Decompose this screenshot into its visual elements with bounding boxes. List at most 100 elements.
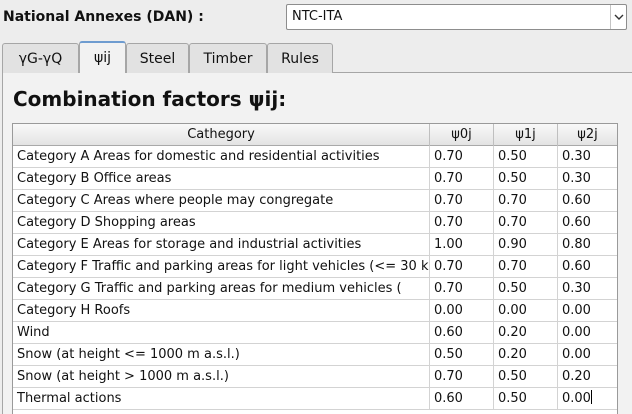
column-header-psi1j[interactable]: ψ1j (494, 124, 558, 146)
tab-bar: γG-γQ ψij Steel Timber Rules (2, 41, 632, 73)
cell-psi2j-text: 0.80 (562, 237, 591, 252)
cell-psi0j-text: 0.70 (434, 281, 463, 296)
table-row[interactable]: Snow (at height <= 1000 m a.s.l.) 0.50 0.2… (13, 344, 617, 366)
cell-psi2j[interactable]: 0.60 (558, 190, 617, 212)
cell-category: Category F Traffic and parking areas for… (13, 256, 430, 278)
cell-psi2j[interactable]: 0.00 (558, 322, 617, 344)
tab-gamma[interactable]: γG-γQ (2, 43, 79, 73)
cell-psi0j-text: 0.60 (434, 325, 463, 340)
cell-psi2j[interactable]: 0.30 (558, 146, 617, 168)
cell-psi1j[interactable]: 0.70 (494, 212, 558, 234)
combination-factors-table: Cathegory ψ0j ψ1j ψ2j Category A Areas f… (12, 123, 618, 414)
cell-psi1j-text: 0.20 (498, 347, 527, 362)
table-row[interactable]: Snow (at height > 1000 m a.s.l.) 0.70 0.50… (13, 366, 617, 388)
cell-category: Category G Traffic and parking areas for… (13, 278, 430, 300)
column-header-psi0j[interactable]: ψ0j (430, 124, 494, 146)
cell-psi1j[interactable]: 0.50 (494, 168, 558, 190)
cell-psi1j-text: 0.50 (498, 369, 527, 384)
cell-psi0j-text: 1.00 (434, 237, 463, 252)
cell-category-text: Category B Office areas (17, 171, 172, 186)
cell-psi0j[interactable]: 0.70 (430, 366, 494, 388)
cell-category-text: Category G Traffic and parking areas for… (17, 281, 402, 296)
cell-psi2j-text: 0.60 (562, 259, 591, 274)
table-row[interactable]: Wind 0.60 0.20 0.00 (13, 322, 617, 344)
cell-psi0j[interactable]: 0.70 (430, 168, 494, 190)
cell-category-text: Category C Areas where people may congre… (17, 193, 334, 208)
tab-psi-label: ψij (93, 50, 111, 66)
cell-psi1j-text: 0.50 (498, 171, 527, 186)
tab-rules[interactable]: Rules (267, 43, 333, 73)
panel-title: Combination factors ψij: (13, 87, 287, 111)
cell-psi1j[interactable]: 0.70 (494, 256, 558, 278)
cell-psi1j[interactable]: 0.20 (494, 322, 558, 344)
cell-psi2j[interactable]: 0.00 (558, 388, 617, 410)
table-row[interactable]: Category B Office areas 0.70 0.50 0.30 (13, 168, 617, 190)
tab-timber[interactable]: Timber (189, 43, 267, 73)
cell-psi0j[interactable]: 0.60 (430, 388, 494, 410)
cell-psi1j[interactable]: 0.50 (494, 366, 558, 388)
cell-psi1j[interactable]: 0.90 (494, 234, 558, 256)
table-row[interactable]: Thermal actions 0.60 0.50 0.00 (13, 388, 617, 410)
cell-psi1j-text: 0.70 (498, 259, 527, 274)
cell-category-text: Wind (17, 325, 50, 340)
chevron-down-icon[interactable] (610, 5, 626, 29)
cell-psi2j[interactable]: 0.30 (558, 168, 617, 190)
cell-category: Category H Roofs (13, 300, 430, 322)
table-row[interactable]: Category C Areas where people may congre… (13, 190, 617, 212)
cell-psi2j[interactable]: 0.00 (558, 300, 617, 322)
cell-psi0j[interactable]: 0.00 (430, 300, 494, 322)
cell-psi0j[interactable]: 0.70 (430, 278, 494, 300)
cell-psi0j-text: 0.00 (434, 303, 463, 318)
cell-psi1j[interactable]: 0.50 (494, 146, 558, 168)
cell-category: Thermal actions (13, 388, 430, 410)
table-row[interactable]: Category F Traffic and parking areas for… (13, 256, 617, 278)
cell-psi1j[interactable]: 0.00 (494, 300, 558, 322)
table-row[interactable]: Category E Areas for storage and industr… (13, 234, 617, 256)
cell-psi0j[interactable]: 0.70 (430, 190, 494, 212)
cell-category: Snow (at height > 1000 m a.s.l.) (13, 366, 430, 388)
cell-psi2j-text: 0.00 (562, 391, 591, 406)
cell-psi0j[interactable]: 1.00 (430, 234, 494, 256)
cell-psi2j[interactable]: 0.30 (558, 278, 617, 300)
table-row[interactable]: Category A Areas for domestic and reside… (13, 146, 617, 168)
cell-psi2j[interactable]: 0.20 (558, 366, 617, 388)
cell-category-text: Category F Traffic and parking areas for… (17, 259, 430, 274)
cell-category-text: Snow (at height > 1000 m a.s.l.) (17, 369, 229, 384)
cell-psi1j-text: 0.50 (498, 391, 527, 406)
table-row[interactable]: Category H Roofs 0.00 0.00 0.00 (13, 300, 617, 322)
cell-psi2j[interactable]: 0.80 (558, 234, 617, 256)
cell-psi0j-text: 0.60 (434, 391, 463, 406)
cell-psi0j-text: 0.70 (434, 369, 463, 384)
national-annex-select[interactable]: NTC-ITA (286, 4, 627, 30)
cell-psi0j[interactable]: 0.70 (430, 256, 494, 278)
cell-psi1j[interactable]: 0.70 (494, 190, 558, 212)
cell-psi2j-text: 0.30 (562, 281, 591, 296)
tab-steel[interactable]: Steel (126, 43, 189, 73)
table-row[interactable]: Category D Shopping areas 0.70 0.70 0.60 (13, 212, 617, 234)
cell-psi1j-text: 0.70 (498, 215, 527, 230)
cell-category: Category E Areas for storage and industr… (13, 234, 430, 256)
column-header-category[interactable]: Cathegory (13, 124, 430, 146)
cell-psi0j[interactable]: 0.70 (430, 146, 494, 168)
cell-psi2j-text: 0.30 (562, 149, 591, 164)
cell-category-text: Category D Shopping areas (17, 215, 196, 230)
tab-psi[interactable]: ψij (79, 41, 126, 73)
tab-rules-label: Rules (281, 50, 319, 67)
cell-psi1j[interactable]: 0.50 (494, 278, 558, 300)
national-annex-row: National Annexes (DAN) : NTC-ITA (0, 0, 632, 38)
cell-psi1j-text: 0.90 (498, 237, 527, 252)
cell-psi0j[interactable]: 0.70 (430, 212, 494, 234)
cell-psi1j-text: 0.70 (498, 193, 527, 208)
cell-psi0j[interactable]: 0.50 (430, 344, 494, 366)
cell-psi2j[interactable]: 0.60 (558, 256, 617, 278)
column-header-psi2j[interactable]: ψ2j (558, 124, 617, 146)
cell-psi0j[interactable]: 0.60 (430, 322, 494, 344)
cell-psi1j[interactable]: 0.20 (494, 344, 558, 366)
cell-category: Category A Areas for domestic and reside… (13, 146, 430, 168)
cell-psi2j-text: 0.00 (562, 325, 591, 340)
cell-category-text: Snow (at height <= 1000 m a.s.l.) (17, 347, 240, 362)
cell-psi2j[interactable]: 0.60 (558, 212, 617, 234)
table-row[interactable]: Category G Traffic and parking areas for… (13, 278, 617, 300)
cell-psi1j[interactable]: 0.50 (494, 388, 558, 410)
cell-psi2j[interactable]: 0.00 (558, 344, 617, 366)
